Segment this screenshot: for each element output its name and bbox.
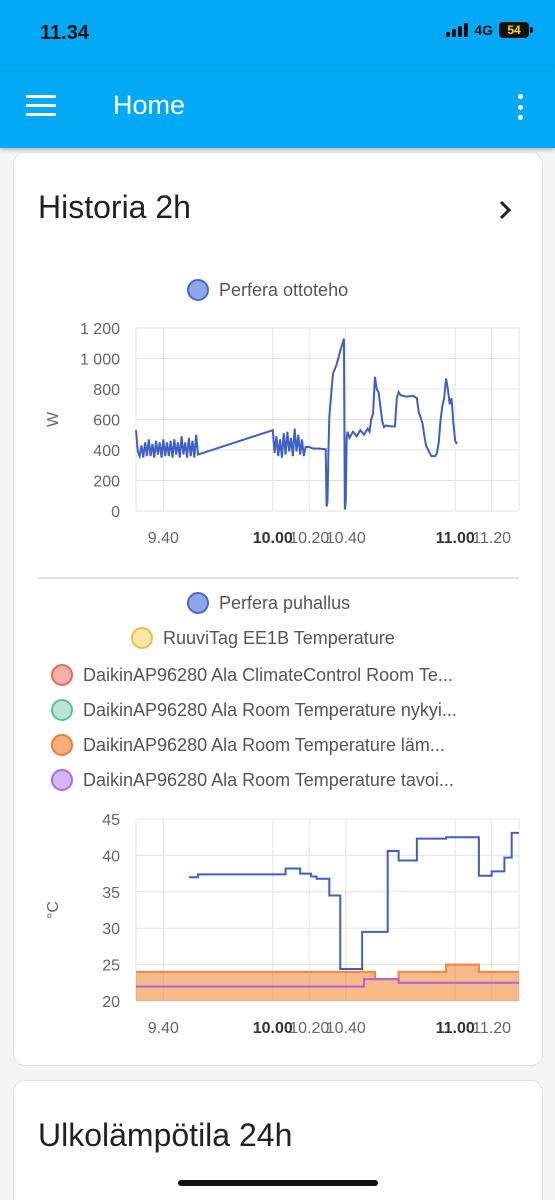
legend-label: DaikinAP96280 Ala ClimateControl Room Te…	[83, 664, 453, 685]
status-indicators: 4G 54	[446, 22, 533, 38]
y-tick-label: 1 000	[80, 352, 120, 369]
x-tick-label: 11.20	[472, 1020, 511, 1037]
app-bar: Home	[0, 66, 555, 148]
legend-item[interactable]: Perfera puhallus	[187, 592, 350, 614]
y-tick-label: 800	[93, 382, 120, 399]
x-tick-label: 10.40	[326, 1020, 366, 1037]
x-tick-label: 11.20	[472, 530, 511, 547]
legend-color-dot-icon	[187, 279, 209, 301]
divider	[38, 577, 519, 579]
x-tick-label: 10.40	[326, 530, 366, 547]
x-tick-label: 11.00	[436, 530, 475, 547]
home-indicator[interactable]	[178, 1180, 378, 1186]
legend-color-dot-icon	[51, 699, 73, 721]
legend-label: Perfera puhallus	[219, 592, 351, 613]
page-title: Home	[113, 90, 186, 120]
legend-item[interactable]: Perfera ottoteho	[187, 279, 348, 301]
y-tick-label: 40	[102, 848, 120, 865]
legend-label: RuuviTag EE1B Temperature	[163, 627, 395, 648]
status-bar: 11.34 4G 54	[0, 0, 555, 66]
legend-label: Perfera ottoteho	[219, 279, 349, 300]
series-line	[135, 338, 458, 510]
y-tick-label: 1 200	[80, 321, 120, 338]
legend-color-dot-icon	[187, 592, 209, 614]
y-tick-label: 600	[93, 413, 120, 430]
y-tick-label: 35	[102, 885, 120, 902]
legend-item[interactable]: DaikinAP96280 Ala ClimateControl Room Te…	[51, 664, 453, 686]
legend-color-dot-icon	[131, 627, 153, 649]
signal-icon	[446, 23, 469, 37]
legend-color-dot-icon	[51, 769, 73, 791]
x-tick-label: 9.40	[148, 1020, 179, 1037]
legend-item[interactable]: DaikinAP96280 Ala Room Temperature nykyi…	[51, 699, 457, 721]
y-tick-label: 45	[102, 812, 120, 829]
legend-item[interactable]: DaikinAP96280 Ala Room Temperature läm..…	[51, 734, 445, 756]
x-tick-label: 11.00	[436, 1020, 475, 1037]
legend-color-dot-icon	[51, 734, 73, 756]
y-tick-label: 20	[102, 994, 120, 1011]
chevron-right-icon[interactable]	[494, 199, 516, 221]
legend-color-dot-icon	[51, 664, 73, 686]
y-tick-label: 30	[102, 921, 120, 938]
more-vert-icon[interactable]	[515, 94, 525, 120]
x-tick-label: 9.40	[148, 530, 179, 547]
y-tick-label: 200	[93, 474, 120, 491]
temperature-chart: 20 25 30 35 40 45 9.40 10.0010.2010.40 11.0011.2…	[45, 812, 520, 1037]
x-tick-label: 10.00	[253, 530, 293, 547]
legend-item[interactable]: RuuviTag EE1B Temperature	[131, 627, 395, 649]
hamburger-menu-icon[interactable]	[26, 95, 56, 117]
card-title: Historia 2h	[38, 189, 191, 225]
power-chart: 0 200 400 600 800 1 000 1 200 9.40 10.0010.2010.…	[45, 321, 520, 547]
battery-icon: 54	[499, 22, 533, 38]
x-tick-label: 10.20	[289, 1020, 329, 1037]
legend-label: DaikinAP96280 Ala Room Temperature nykyi…	[83, 699, 457, 720]
x-tick-label: 10.20	[289, 530, 329, 547]
card-title: Ulkolämpötila 24h	[38, 1117, 293, 1153]
x-tick-label: 10.00	[253, 1020, 293, 1037]
y-tick-label: 400	[93, 443, 120, 460]
y-axis-label: °C	[45, 901, 62, 919]
legend-label: DaikinAP96280 Ala Room Temperature tavoi…	[83, 769, 454, 790]
y-tick-label: 0	[111, 504, 120, 521]
network-type: 4G	[474, 22, 493, 38]
y-tick-label: 25	[102, 958, 120, 975]
status-time: 11.34	[40, 22, 89, 44]
y-axis-label: W	[45, 411, 62, 427]
legend-item[interactable]: DaikinAP96280 Ala Room Temperature tavoi…	[51, 769, 454, 791]
series-line	[188, 831, 519, 970]
legend-label: DaikinAP96280 Ala Room Temperature läm..…	[83, 734, 445, 755]
history-card: Historia 2h Perfera ottoteho 0 200 400 600 8…	[13, 152, 543, 1066]
